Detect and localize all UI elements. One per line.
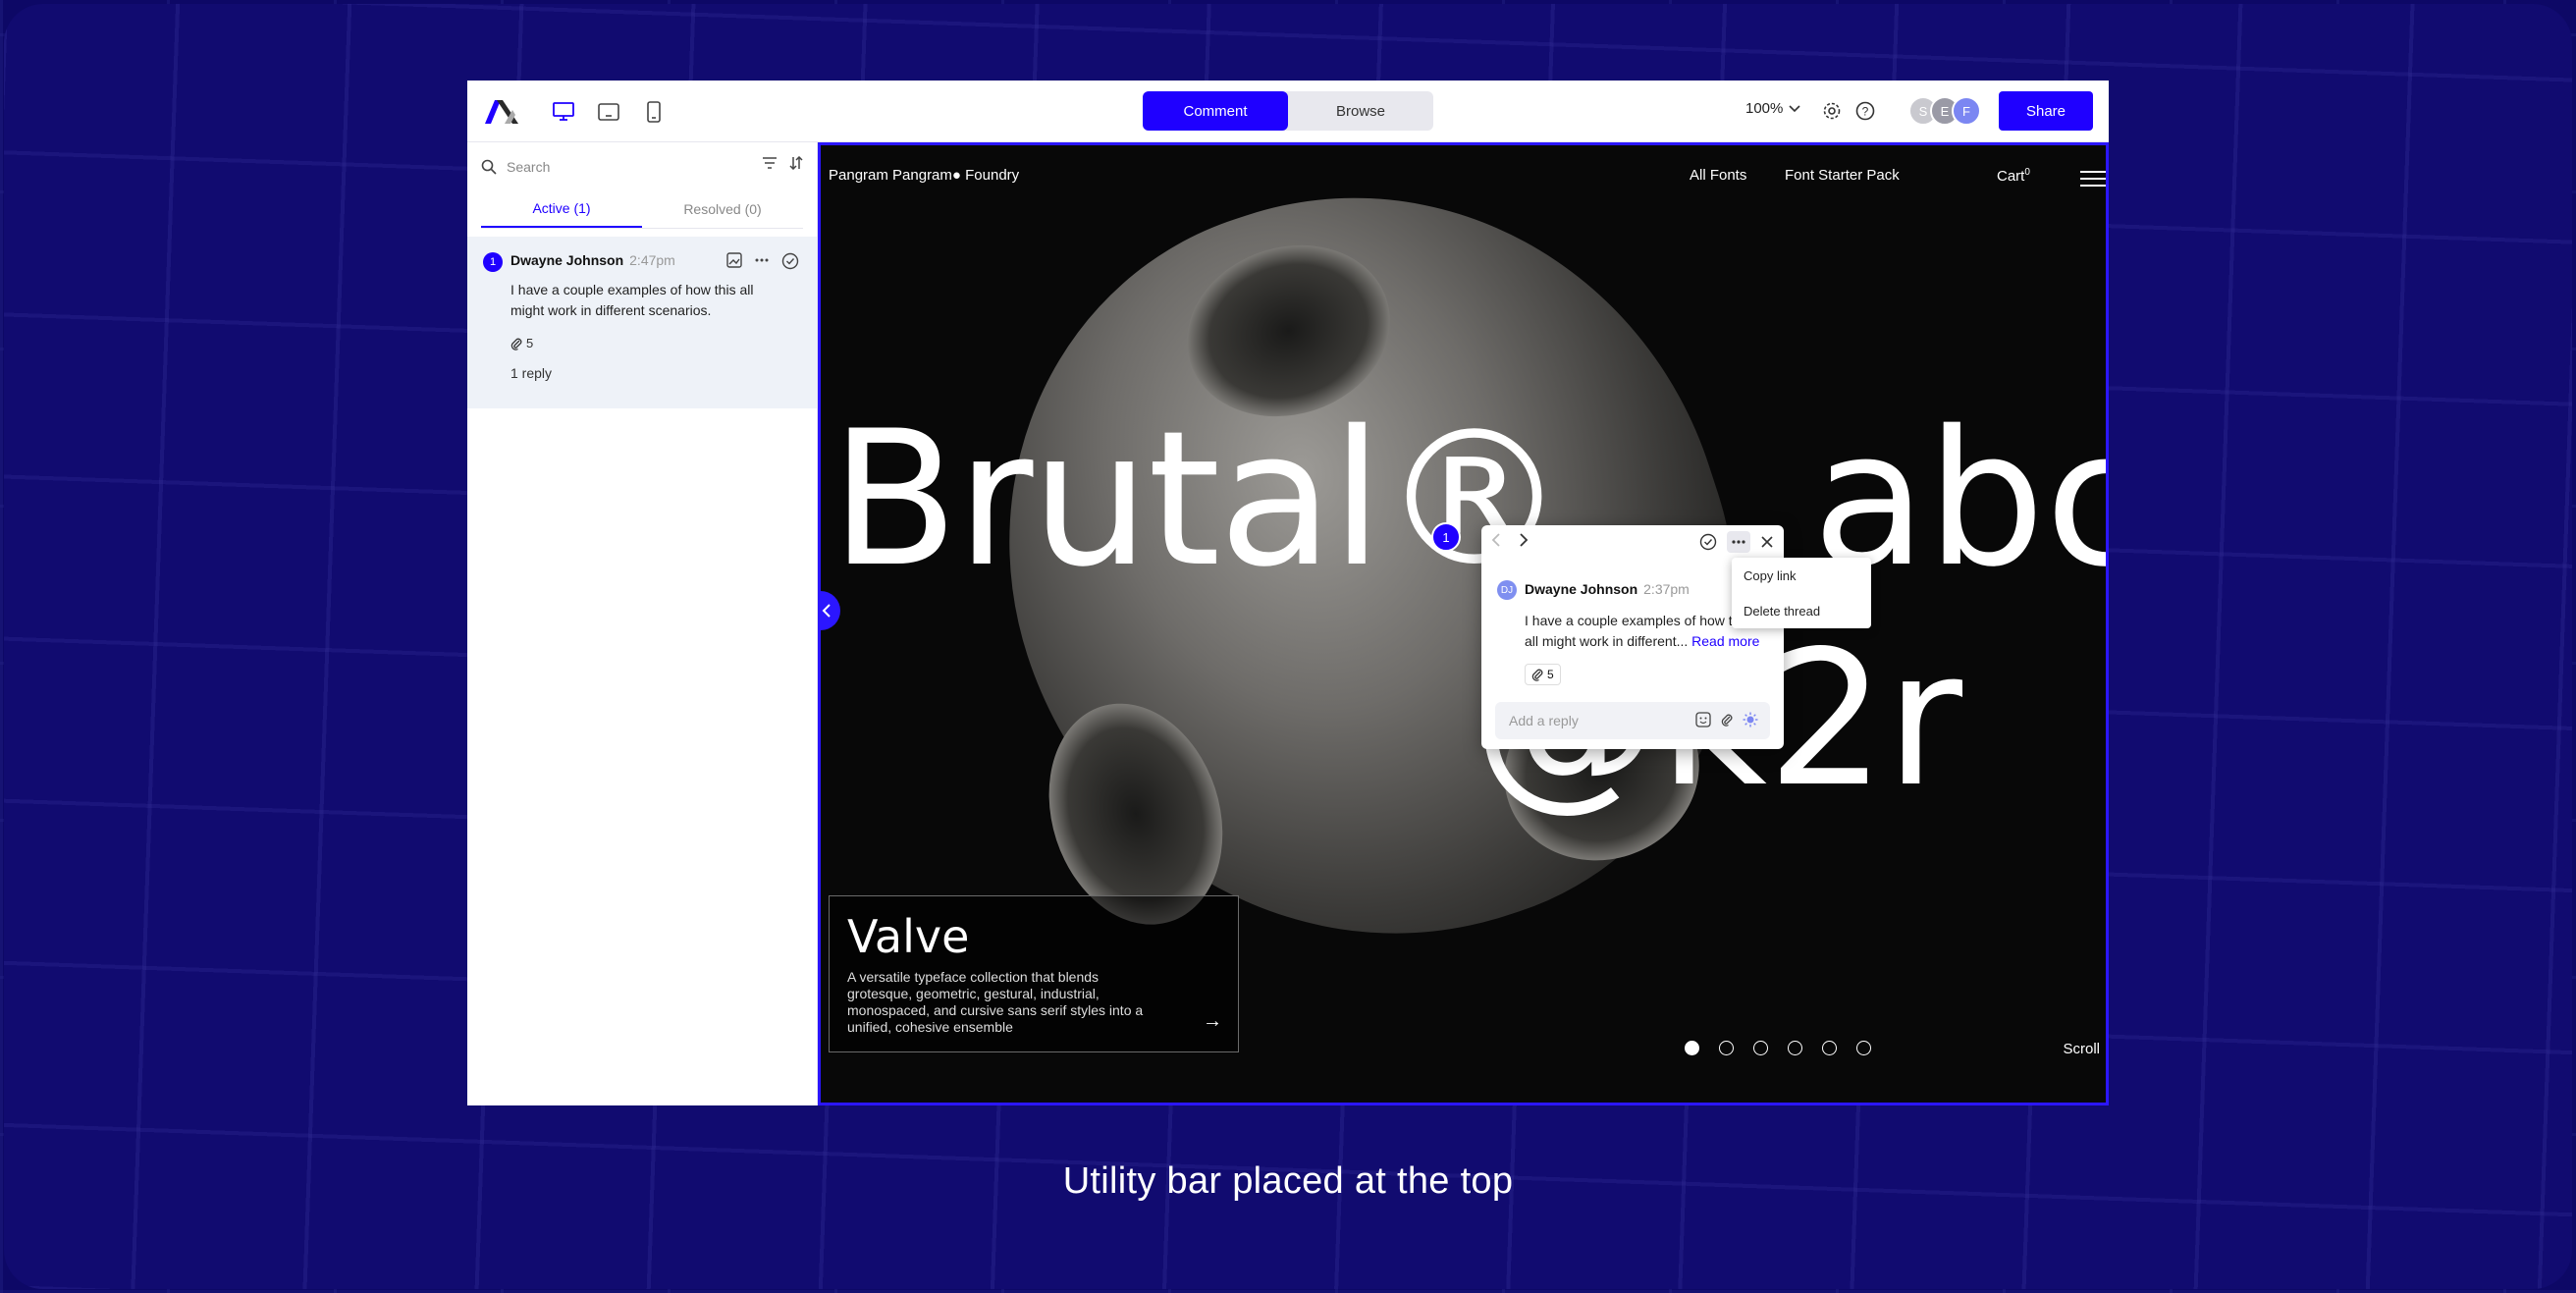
carousel-dot[interactable]	[1719, 1041, 1734, 1055]
comments-sidebar: Search Active (1) Resolved (0) 1 Dwayne …	[467, 142, 818, 1105]
resolve-check-icon[interactable]	[781, 252, 799, 270]
thread-options-menu: Copy link Delete thread	[1732, 558, 1871, 628]
tab-active[interactable]: Active (1)	[481, 189, 642, 228]
website-preview[interactable]: Pangram Pangram● Foundry All Fonts Font …	[818, 142, 2109, 1105]
comment-mode-button[interactable]: Comment	[1143, 91, 1288, 131]
next-thread-icon[interactable]	[1519, 533, 1529, 547]
image-icon[interactable]	[726, 252, 742, 268]
help-icon[interactable]: ?	[1853, 99, 1877, 123]
desktop-view-icon[interactable]	[550, 98, 577, 126]
more-icon	[1732, 540, 1745, 544]
thread-author: Dwayne Johnson 2:47pm	[510, 252, 675, 268]
thread-body: I have a couple examples of how this all…	[510, 282, 754, 318]
chevron-down-icon	[1789, 104, 1800, 112]
paperclip-icon[interactable]	[1721, 712, 1733, 727]
gear-icon[interactable]	[1820, 99, 1844, 123]
copy-link-menu-item[interactable]: Copy link	[1732, 558, 1871, 593]
avatar[interactable]: F	[1952, 96, 1981, 126]
cart-count: 0	[2024, 167, 2030, 178]
author-name: Dwayne Johnson	[510, 252, 624, 268]
read-more-link[interactable]: Read more	[1691, 633, 1759, 649]
tablet-view-icon[interactable]	[595, 98, 622, 126]
filter-icon[interactable]	[762, 156, 778, 170]
attachment-count[interactable]: 5	[510, 336, 533, 350]
paperclip-icon	[510, 338, 522, 350]
carousel-dot[interactable]	[1685, 1041, 1699, 1055]
scroll-label[interactable]: Scroll	[2063, 1041, 2100, 1057]
resolve-check-icon[interactable]	[1699, 533, 1717, 551]
hero-text-brutal: Brutal®	[831, 391, 1568, 608]
carousel-dot[interactable]	[1856, 1041, 1871, 1055]
more-icon[interactable]	[754, 252, 770, 268]
emoji-icon[interactable]	[1695, 712, 1711, 727]
attachment-count-value: 5	[1547, 668, 1554, 681]
thread-number-badge: 1	[483, 252, 503, 272]
nav-cart[interactable]: Cart0	[1997, 167, 2030, 185]
utility-bar: Comment Browse 100% ? S E F Share	[467, 81, 2109, 142]
featured-font-card[interactable]: Valve A versatile typeface collection th…	[829, 895, 1239, 1052]
share-button[interactable]: Share	[1999, 91, 2093, 131]
arrow-right-icon[interactable]: →	[1203, 1010, 1222, 1033]
thread-time: 2:47pm	[629, 252, 675, 268]
popup-body: I have a couple examples of how this all…	[1525, 611, 1760, 652]
comment-tabs: Active (1) Resolved (0)	[481, 189, 803, 229]
site-navbar: Pangram Pangram● Foundry All Fonts Font …	[821, 145, 2106, 204]
cart-label: Cart	[1997, 168, 2025, 185]
svg-text:?: ?	[1862, 105, 1869, 119]
search-icon	[481, 159, 497, 175]
nav-font-starter-pack[interactable]: Font Starter Pack	[1785, 167, 1900, 184]
send-icon[interactable]	[1743, 712, 1758, 727]
app-logo-icon[interactable]	[483, 96, 522, 126]
font-description: A versatile typeface collection that ble…	[847, 969, 1144, 1035]
author-name: Dwayne Johnson	[1525, 581, 1638, 597]
mobile-view-icon[interactable]	[640, 98, 668, 126]
popup-author: Dwayne Johnson 2:37pm	[1525, 581, 1690, 597]
browse-mode-button[interactable]: Browse	[1288, 91, 1433, 131]
previous-thread-icon[interactable]	[1491, 533, 1501, 547]
zoom-select[interactable]: 100%	[1745, 100, 1800, 117]
more-options-button[interactable]	[1727, 531, 1750, 553]
font-name: Valve	[847, 910, 970, 963]
reply-input[interactable]: Add a reply	[1495, 702, 1770, 739]
reply-placeholder: Add a reply	[1509, 713, 1579, 728]
site-logo[interactable]: Pangram Pangram● Foundry	[829, 167, 1019, 184]
nav-all-fonts[interactable]: All Fonts	[1690, 167, 1746, 184]
tab-resolved[interactable]: Resolved (0)	[642, 189, 803, 228]
attachment-count[interactable]: 5	[1525, 664, 1561, 685]
comment-thread[interactable]: 1 Dwayne Johnson 2:47pm I have a couple e…	[467, 237, 817, 408]
chevron-left-icon	[822, 604, 831, 618]
mode-toggle: Comment Browse	[1143, 91, 1433, 131]
comment-pin[interactable]: 1	[1431, 522, 1461, 552]
carousel-dot[interactable]	[1822, 1041, 1837, 1055]
reply-count[interactable]: 1 reply	[510, 365, 552, 381]
zoom-value: 100%	[1745, 100, 1784, 117]
attachment-count-value: 5	[526, 336, 534, 350]
carousel-dots	[1685, 1041, 1871, 1055]
app-window: Comment Browse 100% ? S E F Share Search	[467, 81, 2109, 1105]
carousel-dot[interactable]	[1788, 1041, 1802, 1055]
search-field[interactable]: Search	[481, 152, 805, 182]
menu-icon[interactable]	[2080, 171, 2106, 191]
delete-thread-menu-item[interactable]: Delete thread	[1732, 593, 1871, 628]
popup-time: 2:37pm	[1643, 581, 1690, 597]
collaborator-avatars[interactable]: S E F	[1908, 96, 1981, 126]
avatar: DJ	[1497, 580, 1517, 600]
search-input[interactable]: Search	[507, 159, 550, 175]
close-icon[interactable]	[1760, 535, 1774, 549]
slide-caption: Utility bar placed at the top	[1062, 1160, 1514, 1202]
carousel-dot[interactable]	[1753, 1041, 1768, 1055]
paperclip-icon	[1531, 669, 1543, 681]
sort-icon[interactable]	[789, 156, 803, 170]
